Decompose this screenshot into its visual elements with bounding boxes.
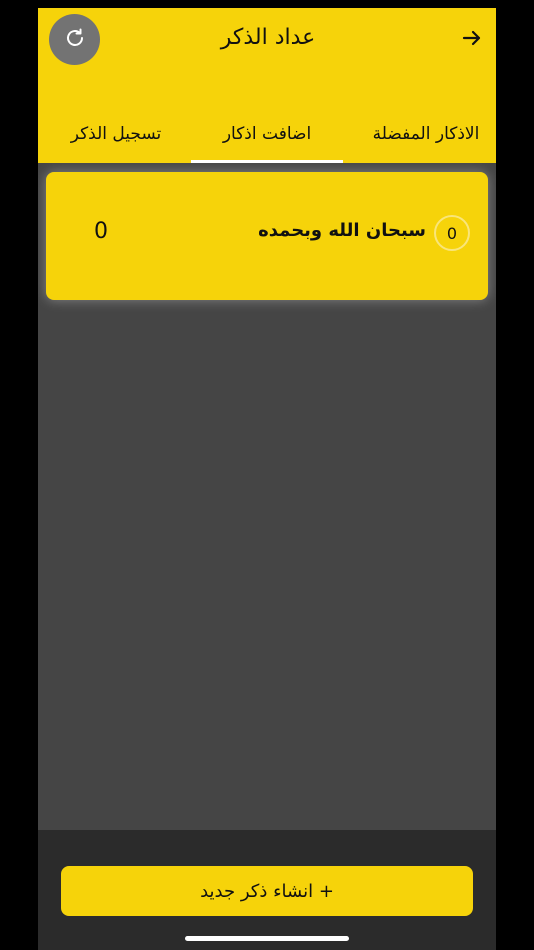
zikr-card[interactable]: 0 سبحان الله وبحمده 0 <box>46 172 488 300</box>
back-button[interactable] <box>458 26 486 54</box>
tab-bar: تسجيل الذكر اضافت اذكار الاذكار المفضلة <box>38 113 496 163</box>
home-indicator <box>185 936 349 941</box>
arrow-right-icon <box>461 27 483 53</box>
page-title: عداد الذكر <box>220 25 316 50</box>
refresh-icon <box>63 26 87 54</box>
bottom-bar: + انشاء ذكر جديد <box>38 830 496 950</box>
tab-favorite-azkar[interactable]: الاذكار المفضلة <box>356 113 496 163</box>
zikr-count-badge[interactable]: 0 <box>434 215 470 251</box>
tab-add-azkar[interactable]: اضافت اذكار <box>191 113 343 163</box>
create-zikr-button[interactable]: + انشاء ذكر جديد <box>61 866 473 916</box>
refresh-button[interactable] <box>49 14 100 65</box>
zikr-total: 0 <box>94 219 108 244</box>
tab-record-zikr[interactable]: تسجيل الذكر <box>46 113 186 163</box>
header: عداد الذكر تسجيل الذكر اضافت اذكار الاذك… <box>38 8 496 163</box>
app-screen: عداد الذكر تسجيل الذكر اضافت اذكار الاذك… <box>38 8 496 950</box>
zikr-text: سبحان الله وبحمده <box>258 220 426 241</box>
